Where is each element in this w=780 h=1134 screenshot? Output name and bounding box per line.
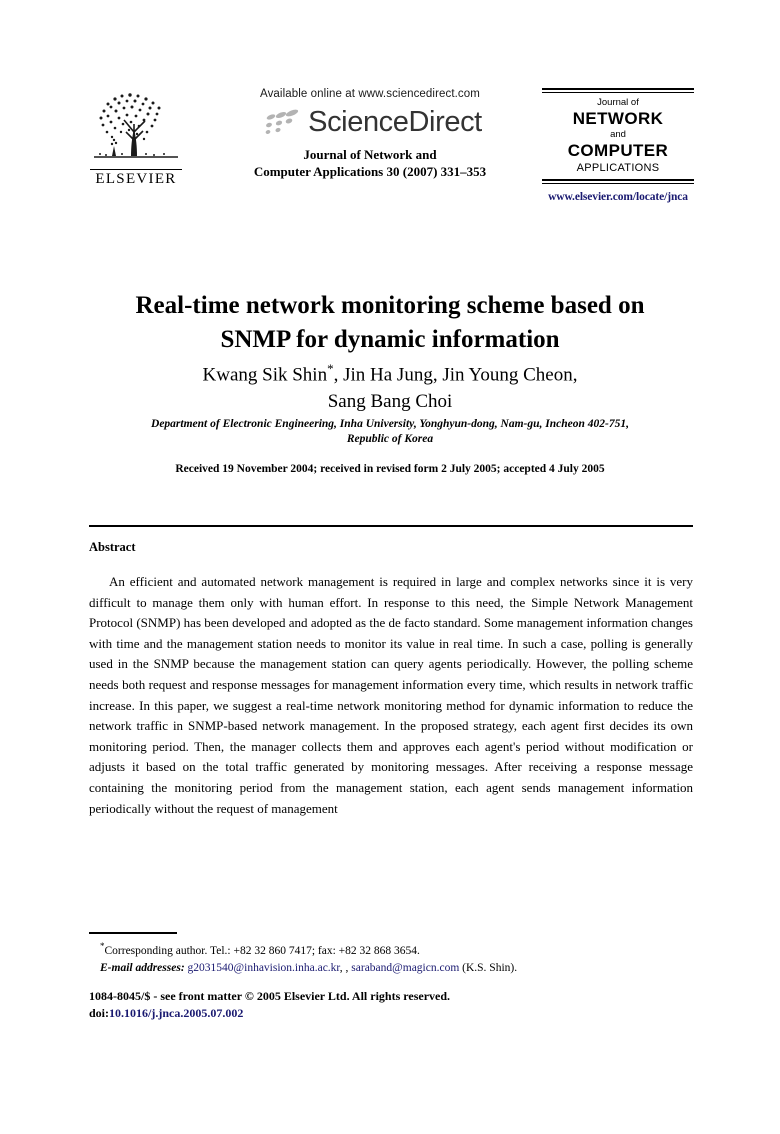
journal-citation: Journal of Network and Computer Applicat… [205, 146, 535, 180]
journal-masthead: ELSEVIER Available online at www.science… [0, 0, 780, 215]
journal-box-content: Journal of NETWORK and COMPUTER APPLICAT… [542, 93, 694, 179]
email-note: E-mail addresses: g2031540@inhavision.in… [89, 960, 693, 977]
author-affiliation: Department of Electronic Engineering, In… [110, 417, 670, 447]
sciencedirect-swoosh-icon [265, 109, 299, 134]
elsevier-locate-link[interactable]: www.elsevier.com/locate/jnca [542, 191, 694, 203]
journal-box-network: NETWORK [572, 109, 664, 128]
abstract-heading: Abstract [89, 540, 136, 554]
journal-cover-box: Journal of NETWORK and COMPUTER APPLICAT… [542, 88, 694, 203]
author-primary: Kwang Sik Shin [202, 364, 328, 386]
corresponding-author-note: *Corresponding author. Tel.: +82 32 860 … [89, 938, 693, 960]
journal-box-journal-of: Journal of [597, 97, 639, 108]
sciencedirect-block: Available online at www.sciencedirect.co… [205, 88, 535, 180]
submission-dates: Received 19 November 2004; received in r… [175, 463, 605, 475]
paper-page: ELSEVIER Available online at www.science… [0, 0, 780, 1134]
email-suffix: (K.S. Shin). [462, 961, 518, 974]
doi-line: doi:10.1016/j.jnca.2005.07.002 [89, 1005, 693, 1022]
elsevier-tree-icon [94, 93, 178, 158]
affiliation-line-2: Republic of Korea [346, 433, 434, 445]
author-line-1-rest: , Jin Ha Jung, Jin Young Cheon, [333, 364, 578, 386]
journal-box-computer: COMPUTER [567, 141, 669, 160]
footnote-block: *Corresponding author. Tel.: +82 32 860 … [89, 938, 693, 977]
author-line-2: Sang Bang Choi [327, 391, 453, 413]
elsevier-wordmark: ELSEVIER [95, 171, 177, 187]
journal-box-applications: APPLICATIONS [576, 162, 660, 174]
author-list: Kwang Sik Shin*, Jin Ha Jung, Jin Young … [90, 355, 690, 415]
email-link-2[interactable]: saraband@magicn.com [351, 962, 459, 974]
corresponding-author-text: Corresponding author. Tel.: +82 32 860 7… [104, 944, 420, 957]
title-line-1: Real-time network monitoring scheme base… [135, 291, 645, 319]
email-separator: , , [339, 961, 349, 974]
elsevier-logo: ELSEVIER [88, 88, 188, 193]
footnote-divider [89, 932, 177, 934]
sciencedirect-wordmark: ScienceDirect [308, 106, 482, 138]
journal-citation-line1: Journal of Network and [303, 147, 437, 162]
email-link-1[interactable]: g2031540@inhavision.inha.ac.kr [188, 962, 340, 974]
email-label: E-mail addresses: [100, 961, 185, 974]
affiliation-line-1: Department of Electronic Engineering, In… [151, 418, 629, 430]
front-matter-block: 1084-8045/$ - see front matter © 2005 El… [89, 988, 693, 1022]
available-online-text: Available online at www.sciencedirect.co… [260, 88, 480, 100]
elsevier-divider [90, 169, 182, 170]
abstract-text: An efficient and automated network manag… [89, 574, 693, 816]
doi-label: doi: [89, 1006, 110, 1020]
copyright-line: 1084-8045/$ - see front matter © 2005 El… [89, 989, 451, 1003]
journal-box-rule-bottom [542, 179, 694, 184]
journal-box-and: and [610, 129, 626, 140]
page-title: Real-time network monitoring scheme base… [90, 289, 690, 357]
journal-citation-line2: Computer Applications 30 (2007) 331–353 [253, 164, 487, 179]
sciencedirect-logo: ScienceDirect [205, 103, 535, 141]
doi-link[interactable]: 10.1016/j.jnca.2005.07.002 [109, 1006, 243, 1020]
title-line-2: SNMP for dynamic information [220, 325, 560, 353]
abstract-divider [89, 525, 693, 527]
